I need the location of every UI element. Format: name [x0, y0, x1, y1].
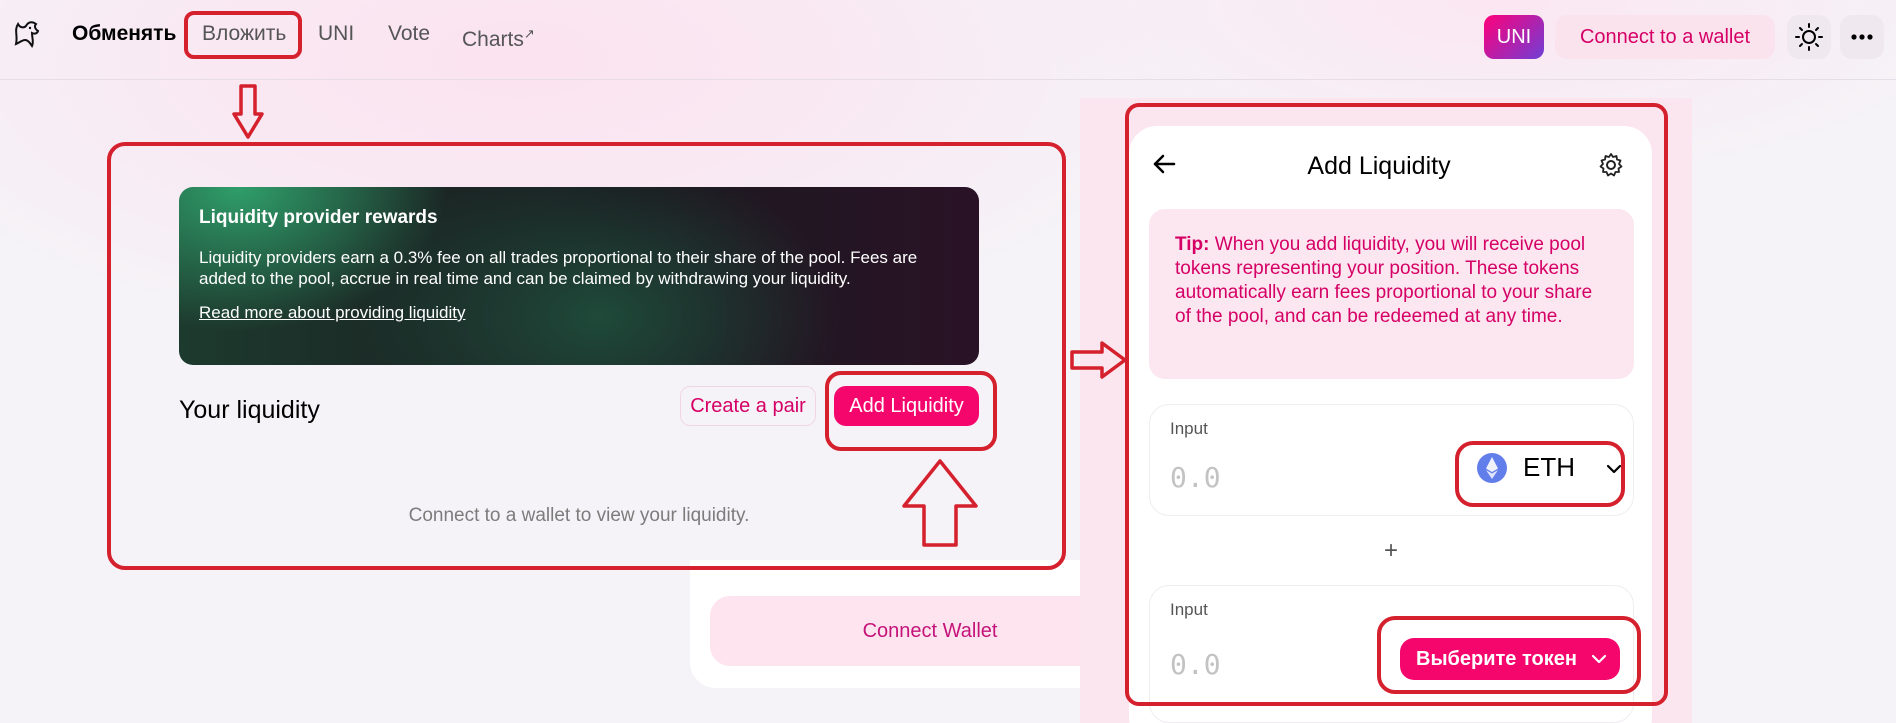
- input-1-label: Input: [1170, 419, 1208, 438]
- uni-balance-badge[interactable]: UNI: [1484, 15, 1544, 59]
- tip-box: Tip: When you add liquidity, you will re…: [1149, 209, 1634, 379]
- plus-icon: +: [1384, 537, 1399, 564]
- connect-wallet-message: Connect to a wallet to view your liquidi…: [408, 505, 750, 526]
- chevron-down-icon: [1591, 654, 1607, 664]
- eth-token-label: ETH: [1523, 452, 1575, 482]
- sun-icon: [1795, 23, 1823, 51]
- nav-charts[interactable]: Charts↗: [462, 20, 535, 54]
- rewards-title: Liquidity provider rewards: [199, 207, 438, 228]
- annotation-arrow-down-icon: [232, 84, 264, 139]
- more-dots-icon: [1851, 34, 1873, 40]
- annotation-arrow-up-icon: [902, 459, 978, 547]
- nav-pool[interactable]: Вложить: [202, 20, 286, 48]
- rewards-banner: Liquidity provider rewards Liquidity pro…: [179, 187, 979, 365]
- tip-text: When you add liquidity, you will receive…: [1175, 234, 1593, 327]
- tip-label: Tip:: [1175, 234, 1210, 255]
- background-connect-wallet-button[interactable]: Connect Wallet: [710, 596, 1080, 666]
- token-input-2[interactable]: Input 0.0 Выберите токен: [1149, 585, 1634, 723]
- external-link-icon: ↗: [523, 26, 535, 41]
- read-more-link[interactable]: Read more about providing liquidity: [199, 303, 466, 323]
- nav-charts-label: Charts: [462, 28, 524, 51]
- ethereum-icon: [1477, 453, 1507, 483]
- create-pair-button[interactable]: Create a pair: [680, 386, 816, 426]
- connect-wallet-button[interactable]: Connect to a wallet: [1555, 15, 1775, 59]
- unicorn-logo-icon[interactable]: [10, 16, 44, 50]
- eth-token-selector[interactable]: ETH: [1465, 443, 1625, 493]
- input-2-amount[interactable]: 0.0: [1170, 648, 1221, 681]
- theme-toggle-button[interactable]: [1787, 15, 1831, 59]
- add-liquidity-title: Add Liquidity: [1307, 152, 1451, 180]
- add-liquidity-button[interactable]: Add Liquidity: [834, 386, 979, 426]
- annotation-arrow-right-icon: [1070, 341, 1127, 379]
- input-2-label: Input: [1170, 600, 1208, 619]
- nav-swap[interactable]: Обменять: [72, 20, 176, 48]
- nav-vote[interactable]: Vote: [388, 20, 430, 48]
- top-header: Обменять Вложить UNI Vote Charts↗ UNI Co…: [0, 0, 1896, 80]
- token-input-1[interactable]: Input 0.0 ETH: [1149, 404, 1634, 516]
- input-1-amount[interactable]: 0.0: [1170, 461, 1221, 494]
- gear-icon[interactable]: [1597, 151, 1625, 179]
- rewards-body: Liquidity providers earn a 0.3% fee on a…: [199, 248, 918, 288]
- your-liquidity-title: Your liquidity: [179, 396, 320, 424]
- select-token-button[interactable]: Выберите токен: [1400, 638, 1620, 680]
- chevron-down-icon: [1606, 464, 1622, 474]
- select-token-label: Выберите токен: [1416, 648, 1577, 670]
- more-menu-button[interactable]: [1840, 15, 1884, 59]
- nav-uni[interactable]: UNI: [318, 20, 354, 48]
